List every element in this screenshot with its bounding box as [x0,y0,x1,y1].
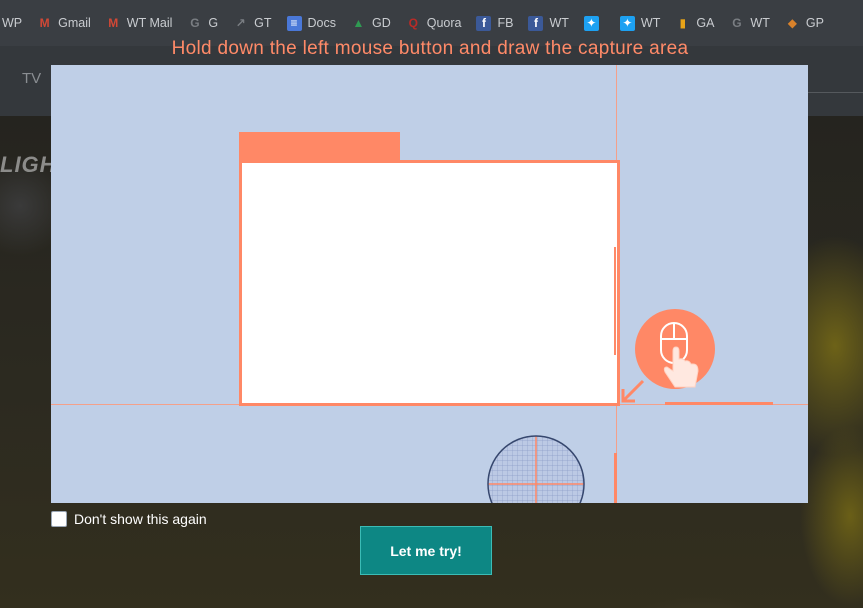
pagespeed-icon: ◆ [787,16,797,30]
bookmark-label: WP [2,16,23,30]
accent-line-right [665,402,773,405]
bookmark-item[interactable]: M Gmail [37,16,91,31]
bookmark-item[interactable]: ✦ [583,15,605,31]
drive-icon: ▲ [352,16,365,30]
bookmark-label: WT Mail [126,16,173,30]
trends-icon: ↗ [235,16,246,30]
bookmark-label: GA [696,16,715,30]
bookmark-item[interactable]: ▲ GD [351,16,391,31]
accent-line-bottom-left [461,403,568,406]
capture-window-tab [239,132,400,160]
background-nav-tv: TV [22,70,42,87]
tutorial-headline: Hold down the left mouse button and draw… [171,38,689,59]
google-icon: G [732,16,742,30]
bookmark-label: WT [549,16,569,30]
docs-icon: ≡ [286,15,302,31]
bookmark-label: Gmail [58,16,91,30]
google-icon: G [190,16,200,30]
bookmark-item[interactable]: G WT [729,16,770,31]
gmail-icon: M [39,16,50,30]
bookmark-label: WT [640,16,661,30]
bookmark-label: G [208,16,219,30]
facebook-icon: f [528,15,544,31]
let-me-try-button[interactable]: Let me try! [360,526,492,575]
dont-show-again-checkbox[interactable] [51,511,67,527]
bookmark-item[interactable]: ◆ GP [785,16,824,31]
bookmark-label: Quora [426,16,462,30]
background-nav-rule [808,92,863,93]
gmail-icon: M [108,16,119,30]
bookmark-item[interactable]: f WT [528,15,569,31]
bookmark-item[interactable]: ≡ Docs [286,15,336,31]
accent-line-capture-side [614,247,616,355]
dont-show-again-label[interactable]: Don't show this again [74,511,207,527]
bookmark-item[interactable]: ▮ GA [675,16,715,31]
bookmark-label: GD [371,16,391,30]
mouse-click-icon [660,322,699,388]
twitter-icon: ✦ [583,15,599,31]
bookmark-item[interactable]: ↗ GT [233,16,272,31]
bookmark-item[interactable]: f FB [476,15,514,31]
capture-area-illustration [239,160,620,406]
bookmark-label: WT [750,16,770,30]
background-banner-text: LIGH [0,152,57,177]
bookmark-item[interactable]: GG [187,16,218,31]
analytics-icon: ▮ [679,16,687,30]
quora-icon: Q [408,16,418,30]
bookmark-label: GT [254,16,272,30]
bookmark-item[interactable]: M WT Mail [106,16,173,31]
bookmark-label: FB [497,16,514,30]
bookmark-label: Docs [307,16,336,30]
bookmark-item[interactable]: WP [2,16,22,30]
arrow-icon [621,379,645,403]
bookmark-item[interactable]: Q Quora [406,16,462,31]
twitter-icon: ✦ [619,15,635,31]
tutorial-illustration [51,65,808,503]
bookmark-label: GP [805,16,824,30]
facebook-icon: f [476,15,492,31]
accent-line-vertical [614,453,617,503]
bookmark-item[interactable]: ✦ WT [619,15,661,31]
dont-show-again-option[interactable]: Don't show this again [51,511,207,527]
magnifier-icon [487,435,585,503]
